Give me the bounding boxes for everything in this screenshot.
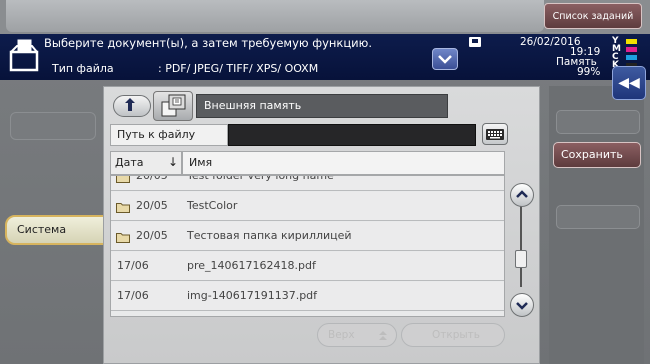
top-button[interactable]: Верх [317, 323, 397, 347]
file-date: 20/05 [136, 199, 168, 212]
chevron-up-icon [516, 190, 528, 198]
file-row[interactable]: 17/06 pre_140617162418.pdf [111, 252, 504, 281]
folder-icon [116, 233, 130, 243]
double-arrow-up-icon [379, 331, 387, 340]
up-level-button[interactable] [113, 95, 151, 117]
left-blank-tab [10, 112, 96, 140]
toner-level-bar [626, 39, 637, 44]
sort-arrow-icon: ↓ [167, 155, 178, 169]
top-button-label: Верх [328, 329, 355, 341]
toner-level-bar [626, 47, 637, 52]
storage-name: Внешняя память [196, 94, 448, 118]
file-date: 17/06 [117, 259, 149, 272]
scrollbar-track [520, 197, 522, 287]
chevron-down-icon [516, 302, 528, 310]
right-blank-button [556, 110, 640, 134]
file-name: Test folder very long name [187, 175, 334, 182]
scrollbar-thumb[interactable] [515, 250, 527, 268]
memory-value: 99% [577, 66, 601, 78]
scroll-down-button[interactable] [510, 293, 534, 317]
file-date: 17/06 [117, 289, 149, 302]
double-chevron-left-icon: ◀◀ [618, 75, 640, 91]
file-type-label: Тип файла [52, 62, 114, 75]
file-date: 20/05 [136, 175, 168, 182]
arrow-up-icon [125, 98, 135, 111]
file-name: img-140617191137.pdf [187, 289, 318, 302]
top-frame-inner [6, 0, 544, 32]
file-name: pre_140617162418.pdf [187, 259, 316, 272]
system-tab[interactable]: Система [5, 215, 113, 245]
folder-icon [116, 176, 130, 183]
column-header-date[interactable]: Дата ↓ [110, 151, 182, 175]
job-list-button[interactable]: Список заданий [544, 3, 642, 29]
column-header-date-label: Дата [115, 156, 144, 169]
file-path-field [228, 124, 476, 146]
save-button[interactable]: Сохранить [553, 142, 641, 168]
chevron-down-icon [438, 55, 452, 64]
file-type-value: : PDF/ JPEG/ TIFF/ XPS/ OOXM [158, 62, 319, 75]
toner-level-bar [626, 55, 637, 60]
file-row[interactable]: 17/06 img-140617191137.pdf [111, 282, 504, 311]
usb-memory-icon [469, 37, 481, 47]
keyboard-button[interactable] [482, 123, 508, 145]
file-name: Тестовая папка кириллицей [187, 229, 352, 242]
folder-icon [116, 203, 130, 213]
file-name: TestColor [187, 199, 238, 212]
folder-row[interactable]: 20/05 Тестовая папка кириллицей [111, 222, 504, 251]
mfp-screen: Список заданий Выберите документ(ы), а з… [0, 0, 650, 364]
file-list: 20/05 Test folder very long name 20/05 Test… [110, 175, 505, 317]
right-blank-button [556, 205, 640, 229]
folder-row[interactable]: 20/05 TestColor [111, 192, 504, 221]
scroll-up-button[interactable] [510, 183, 534, 207]
message-bar: Выберите документ(ы), а затем требуемую … [0, 34, 650, 80]
message-expand-button[interactable] [432, 48, 458, 70]
document-icon [9, 38, 39, 72]
usb-storage-icon [161, 94, 186, 117]
keyboard-icon [486, 129, 504, 140]
file-date: 20/05 [136, 229, 168, 242]
collapse-panel-button[interactable]: ◀◀ [612, 66, 646, 100]
file-browser-dialog: Внешняя память Путь к файлу Дата ↓ Имя 2… [103, 86, 540, 364]
open-button[interactable]: Открыть [401, 323, 505, 347]
message-text: Выберите документ(ы), а затем требуемую … [44, 36, 372, 50]
folder-row[interactable]: 20/05 Test folder very long name [111, 175, 504, 191]
column-header-name[interactable]: Имя [182, 151, 505, 175]
file-path-label: Путь к файлу [110, 124, 228, 146]
usb-storage-button[interactable] [153, 91, 193, 121]
